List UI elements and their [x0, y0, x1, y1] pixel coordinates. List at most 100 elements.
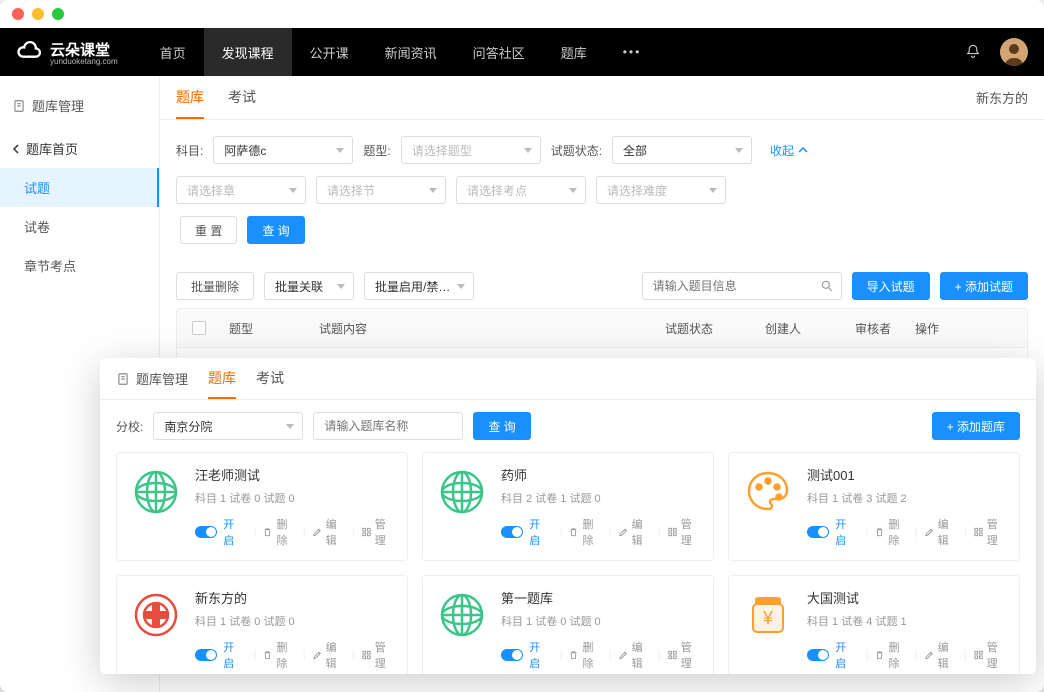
tab-exam[interactable]: 考试 [228, 76, 256, 119]
bulk-link-select[interactable]: 批量关联 [264, 272, 354, 300]
bulk-delete-button[interactable]: 批量删除 [176, 272, 254, 300]
maximize-window-icon[interactable] [52, 8, 64, 20]
card-delete[interactable]: 删除 [568, 639, 602, 671]
document-icon [116, 372, 130, 386]
jar-orange-icon: ¥ [741, 588, 795, 642]
bank-card[interactable]: 汪老师测试科目 1 试卷 0 试题 0开启|删除|编辑|管理 [116, 452, 408, 561]
open-toggle[interactable] [807, 526, 829, 538]
sidebar-back[interactable]: 题库首页 [0, 129, 159, 168]
open-toggle[interactable] [501, 526, 523, 538]
collapse-toggle[interactable]: 收起 [770, 142, 808, 159]
card-meta: 科目 1 试卷 0 试题 0 [195, 613, 395, 629]
close-window-icon[interactable] [12, 8, 24, 20]
status-select[interactable]: 全部 [612, 136, 752, 164]
card-edit[interactable]: 编辑 [924, 516, 958, 548]
query-button[interactable]: 查 询 [247, 216, 304, 244]
subject-label: 科目: [176, 142, 203, 159]
section-select[interactable]: 请选择节 [316, 176, 446, 204]
avatar[interactable] [1000, 38, 1028, 66]
nav-question-bank[interactable]: 题库 [543, 28, 605, 76]
card-manage[interactable]: 管理 [667, 639, 701, 671]
chapter-select[interactable]: 请选择章 [176, 176, 306, 204]
bank-card[interactable]: 药师科目 2 试卷 1 试题 0开启|删除|编辑|管理 [422, 452, 714, 561]
status-label: 试题状态: [551, 142, 602, 159]
palette-orange-icon [741, 465, 795, 519]
bank-card[interactable]: 新东方的科目 1 试卷 0 试题 0开启|删除|编辑|管理 [116, 575, 408, 674]
sidebar-item-chapters[interactable]: 章节考点 [0, 246, 159, 285]
subject-select[interactable]: 阿萨德c [213, 136, 353, 164]
add-question-button[interactable]: + 添加试题 [940, 272, 1028, 300]
minimize-window-icon[interactable] [32, 8, 44, 20]
difficulty-select[interactable]: 请选择难度 [596, 176, 726, 204]
add-bank-button[interactable]: + 添加题库 [932, 412, 1020, 440]
document-icon [12, 99, 26, 113]
logo[interactable]: 云朵课堂 yunduoketang.com [16, 38, 118, 66]
card-manage[interactable]: 管理 [973, 516, 1007, 548]
card-manage[interactable]: 管理 [361, 639, 395, 671]
card-edit[interactable]: 编辑 [618, 639, 652, 671]
card-delete[interactable]: 删除 [262, 639, 296, 671]
card-delete[interactable]: 删除 [874, 516, 908, 548]
point-select[interactable]: 请选择考点 [456, 176, 586, 204]
card-delete[interactable]: 删除 [568, 516, 602, 548]
import-button[interactable]: 导入试题 [852, 272, 930, 300]
card-manage[interactable]: 管理 [973, 639, 1007, 671]
open-label: 开启 [835, 639, 855, 671]
overlay-tab-bank[interactable]: 题库 [208, 358, 236, 399]
overlay-title: 题库管理 [116, 369, 188, 388]
card-manage[interactable]: 管理 [667, 516, 701, 548]
sidebar-item-papers[interactable]: 试卷 [0, 207, 159, 246]
bell-icon[interactable] [964, 43, 982, 61]
nav-open-class[interactable]: 公开课 [292, 28, 367, 76]
sidebar-title-text: 题库管理 [32, 96, 84, 115]
card-edit[interactable]: 编辑 [312, 516, 346, 548]
card-title: 药师 [501, 465, 701, 484]
search-input[interactable] [642, 272, 842, 300]
chevron-left-icon [12, 144, 22, 154]
card-edit[interactable]: 编辑 [618, 516, 652, 548]
overlay-window: 题库管理 题库 考试 分校: 南京分院 查 询 + 添加题库 汪老师测试科目 1… [100, 358, 1036, 674]
type-select[interactable]: 请选择题型 [401, 136, 541, 164]
open-label: 开启 [529, 516, 549, 548]
tabs-bar: 题库 考试 新东方的 [160, 76, 1044, 120]
bank-card[interactable]: 测试001科目 1 试卷 3 试题 2开启|删除|编辑|管理 [728, 452, 1020, 561]
card-edit[interactable]: 编辑 [312, 639, 346, 671]
globe-green-icon [435, 465, 489, 519]
card-meta: 科目 1 试卷 4 试题 1 [807, 613, 1007, 629]
bank-name-input[interactable] [313, 412, 463, 440]
bank-card[interactable]: 第一题库科目 1 试卷 0 试题 0开启|删除|编辑|管理 [422, 575, 714, 674]
sidebar-item-questions[interactable]: 试题 [0, 168, 159, 207]
card-delete[interactable]: 删除 [262, 516, 296, 548]
reset-button[interactable]: 重 置 [180, 216, 237, 244]
open-toggle[interactable] [195, 526, 217, 538]
open-label: 开启 [223, 639, 243, 671]
search-icon[interactable] [820, 279, 834, 293]
col-status: 试题状态 [657, 320, 757, 337]
bank-card[interactable]: ¥大国测试科目 1 试卷 4 试题 1开启|删除|编辑|管理 [728, 575, 1020, 674]
nav-qa[interactable]: 问答社区 [455, 28, 543, 76]
card-manage[interactable]: 管理 [361, 516, 395, 548]
card-title: 汪老师测试 [195, 465, 395, 484]
card-delete[interactable]: 删除 [874, 639, 908, 671]
select-all-checkbox[interactable] [192, 321, 206, 335]
col-creator: 创建人 [757, 320, 847, 337]
col-content: 试题内容 [311, 320, 657, 337]
open-toggle[interactable] [195, 649, 217, 661]
nav-discover-courses[interactable]: 发现课程 [204, 28, 292, 76]
nav-home[interactable]: 首页 [142, 28, 204, 76]
nav-more-icon[interactable]: ••• [605, 28, 660, 76]
tab-question-bank[interactable]: 题库 [176, 76, 204, 119]
overlay-query-button[interactable]: 查 询 [473, 412, 530, 440]
card-edit[interactable]: 编辑 [924, 639, 958, 671]
card-title: 大国测试 [807, 588, 1007, 607]
card-meta: 科目 1 试卷 3 试题 2 [807, 490, 1007, 506]
branch-select[interactable]: 南京分院 [153, 412, 303, 440]
card-meta: 科目 1 试卷 0 试题 0 [195, 490, 395, 506]
overlay-tab-exam[interactable]: 考试 [256, 358, 284, 399]
bulk-enable-select[interactable]: 批量启用/禁… [364, 272, 474, 300]
open-toggle[interactable] [501, 649, 523, 661]
col-type: 题型 [221, 320, 311, 337]
nav-news[interactable]: 新闻资讯 [367, 28, 455, 76]
card-meta: 科目 2 试卷 1 试题 0 [501, 490, 701, 506]
open-toggle[interactable] [807, 649, 829, 661]
